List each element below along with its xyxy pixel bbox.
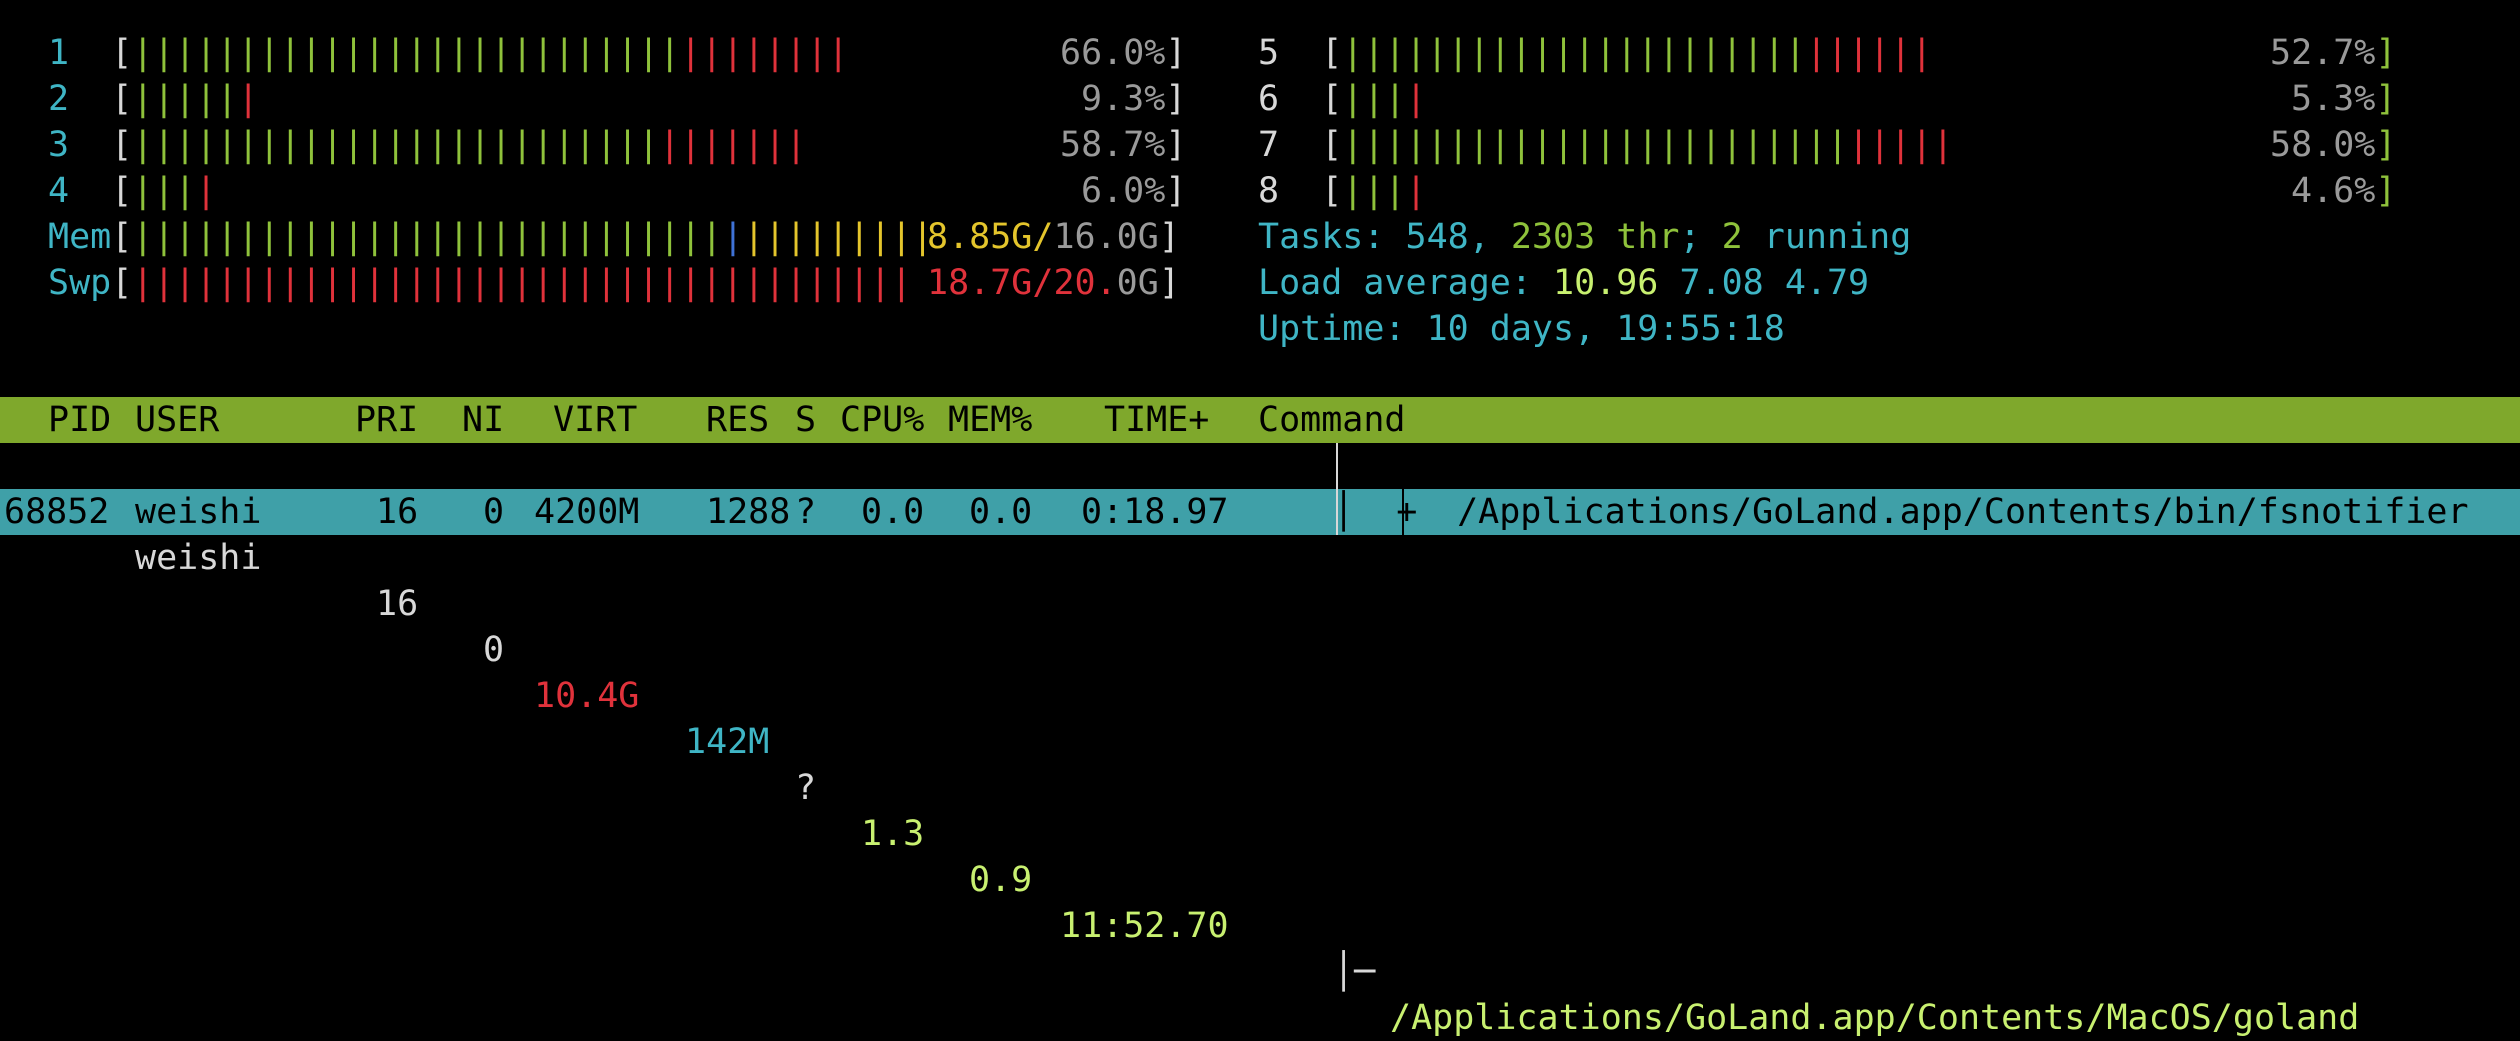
col-header-ni[interactable]: NI <box>462 397 504 443</box>
col-header-mem[interactable]: MEM% <box>948 397 1032 443</box>
tree-guide-line <box>1402 489 1404 535</box>
cpu-bar-red: | <box>1405 79 1427 119</box>
tasks-line: Tasks: 548, 2303 thr; 2 running <box>1258 217 1912 257</box>
running-count: 2 <box>1721 217 1743 257</box>
cell-cpu: 1.3 <box>861 814 925 854</box>
cell-virt: 10.4G <box>534 676 640 716</box>
cell-ni: 0 <box>483 630 505 670</box>
cell-mem: 0.0 <box>969 492 1033 532</box>
cell-ni: 0 <box>483 492 505 532</box>
process-table-header: PID USER PRI NI VIRT RES S CPU% MEM% TIM… <box>0 397 2520 443</box>
cpu-bar-green: ||||| <box>132 79 238 119</box>
cpu-pct-5: 52.7%] <box>2270 33 2397 73</box>
cell-pri: 16 <box>376 584 419 624</box>
col-header-virt[interactable]: VIRT <box>553 397 637 443</box>
uptime-value: 10 days, 19:55:18 <box>1426 309 1785 349</box>
mem-meter: Mem[||||||||||||||||||||||||||||||||||||… <box>48 217 934 257</box>
cpu-meter-3: 3 [|||||||||||||||||||||||||||||||| <box>48 125 807 165</box>
cell-pri: 16 <box>376 492 419 532</box>
cpu-pct-6: 5.3%] <box>2291 79 2397 119</box>
cpu-meter-5: 5 [|||||||||||||||||||||||||||| <box>1258 33 1933 73</box>
tree-indicator: │ + <box>1333 492 1418 532</box>
cpu-bar-green: |||||||||||||||||||||||| <box>1342 125 1849 165</box>
cpu-bar-green: ||| <box>1342 171 1406 211</box>
tree-guide-line <box>1336 443 1338 535</box>
mem-bar-green: |||||||||||||||||||||||||||| <box>132 217 723 257</box>
cpu-pct-2: 9.3%] <box>1081 79 1187 119</box>
mem-bar-blue: | <box>722 217 744 257</box>
cpu-id: 4 <box>48 171 70 211</box>
col-header-cpu[interactable]: CPU% <box>840 397 924 443</box>
table-row[interactable]: 68826 weishi 16 0 10.4G 142M ? 1.3 0.9 1… <box>0 443 2520 1038</box>
swp-bar-red: ||||||||||||||||||||||||||||||||||||| <box>132 263 912 303</box>
cell-time: 11:52.70 <box>1060 906 1229 946</box>
tree-indicator: │─ <box>1333 952 1397 992</box>
cpu-bar-red: |||||| <box>1805 33 1933 73</box>
cell-virt: 4200M <box>534 492 640 532</box>
cpu-meter-2: 2 [|||||| <box>48 79 259 119</box>
mem-label: Mem <box>48 217 112 257</box>
load-average-line: Load average: 10.96 7.08 4.79 <box>1258 263 1870 303</box>
threads-count: 2303 <box>1510 217 1596 257</box>
swp-meter: Swp[||||||||||||||||||||||||||||||||||||… <box>48 263 912 303</box>
cpu-bar-red: | <box>1405 171 1427 211</box>
mem-value: 8.85G/16.0G] <box>927 217 1180 257</box>
cpu-pct-4: 6.0%] <box>1081 171 1187 211</box>
cell-user: weishi <box>135 492 262 532</box>
load-15min: 4.79 <box>1784 263 1870 303</box>
cpu-bar-red: ||||| <box>1848 125 1954 165</box>
cell-command: /Applications/GoLand.app/Contents/bin/fs… <box>1436 492 2469 532</box>
cpu-id: 8 <box>1258 171 1280 211</box>
cell-state: ? <box>795 768 817 808</box>
cpu-pct-7: 58.0%] <box>2270 125 2397 165</box>
cell-res: 142M <box>685 722 770 762</box>
cpu-id: 5 <box>1258 33 1280 73</box>
col-header-pid[interactable]: PID <box>48 397 111 443</box>
cpu-meter-1: 1 [|||||||||||||||||||||||||||||||||| <box>48 33 849 73</box>
swp-label: Swp <box>48 263 112 303</box>
cell-user: weishi <box>135 538 262 578</box>
cell-res: 1288 <box>706 492 791 532</box>
cell-command: /Applications/GoLand.app/Contents/MacOS/… <box>1390 998 2360 1038</box>
col-header-res[interactable]: RES <box>706 397 769 443</box>
load-5min: 7.08 <box>1679 263 1764 303</box>
cpu-bar-green: ||| <box>1342 79 1406 119</box>
cpu-meter-7: 7 [||||||||||||||||||||||||||||| <box>1258 125 1954 165</box>
cpu-meter-6: 6 [|||| <box>1258 79 1427 119</box>
cell-time: 0:18.97 <box>1081 492 1229 532</box>
cell-state: ? <box>795 492 817 532</box>
cpu-meter-8: 8 [|||| <box>1258 171 1427 211</box>
col-header-time[interactable]: TIME+ <box>1104 397 1209 443</box>
cpu-bar-green: |||||||||||||||||||||||||| <box>132 33 681 73</box>
cpu-pct-8: 4.6%] <box>2291 171 2397 211</box>
cpu-bar-green: ||||||||||||||||||||||||| <box>132 125 660 165</box>
cpu-bar-green: ||| <box>132 171 196 211</box>
cpu-pct-3: 58.7%] <box>1060 125 1187 165</box>
col-header-user[interactable]: USER <box>135 397 219 443</box>
cell-mem: 0.9 <box>969 860 1033 900</box>
col-header-s[interactable]: S <box>795 397 816 443</box>
cpu-pct-1: 66.0%] <box>1060 33 1187 73</box>
cpu-id: 7 <box>1258 125 1280 165</box>
cpu-bar-green: |||||||||||||||||||||| <box>1342 33 1806 73</box>
cpu-meter-4: 4 [|||| <box>48 171 217 211</box>
col-header-command[interactable]: Command <box>1258 397 1406 443</box>
cpu-id: 2 <box>48 79 70 119</box>
cpu-bar-red: | <box>195 171 217 211</box>
cpu-id: 3 <box>48 125 70 165</box>
cell-cpu: 0.0 <box>861 492 925 532</box>
col-header-pri[interactable]: PRI <box>355 397 418 443</box>
swp-value: 18.7G/20.0G] <box>927 263 1180 303</box>
cpu-bar-red: ||||||| <box>659 125 807 165</box>
mem-bar-yellow: ||||||||| <box>743 217 934 257</box>
table-row-selected[interactable]: 68852 weishi 16 0 4200M 1288 ? 0.0 0.0 0… <box>0 489 2520 535</box>
cell-pid: 68852 <box>4 492 110 532</box>
cpu-id: 1 <box>48 33 70 73</box>
tasks-count: 548 <box>1405 217 1469 257</box>
cpu-id: 6 <box>1258 79 1280 119</box>
cpu-bar-red: | <box>237 79 259 119</box>
load-1min: 10.96 <box>1553 263 1659 303</box>
uptime-line: Uptime: 10 days, 19:55:18 <box>1258 309 1785 349</box>
cpu-bar-red: |||||||| <box>680 33 849 73</box>
